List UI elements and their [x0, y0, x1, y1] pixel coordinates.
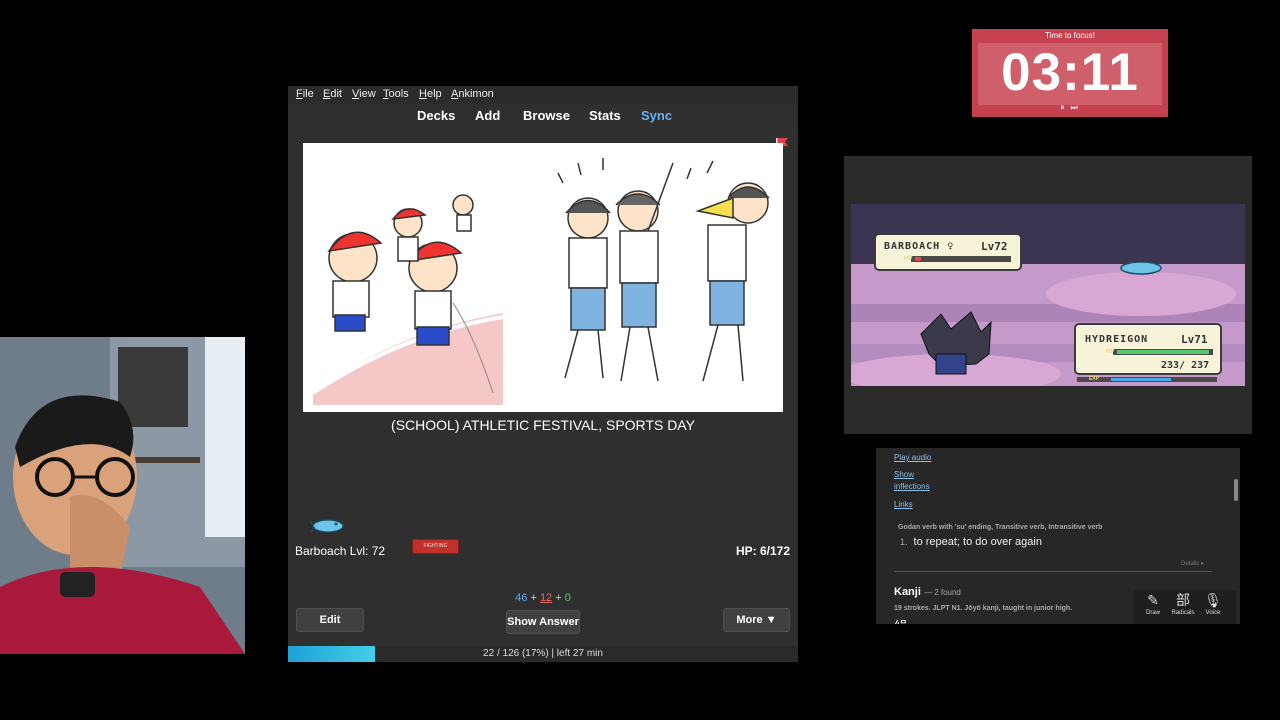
dictionary-panel: Play audio Show inflections Links Godan …	[876, 448, 1240, 624]
part-of-speech: Godan verb with 'su' ending, Transitive …	[898, 524, 1103, 531]
game-window: BARBOACH ♀ Lv72 HP HYDREIGON Lv71 HP 233…	[844, 156, 1252, 434]
player-hp: 233/ 237	[1161, 360, 1210, 371]
card-image	[303, 143, 783, 412]
menu-ankimon[interactable]: Ankimon	[451, 88, 494, 100]
timer-title: Time to focus!	[1045, 31, 1095, 40]
edit-button[interactable]: Edit	[296, 608, 364, 632]
kanji-glyph[interactable]: 繰	[894, 617, 908, 624]
pencil-icon: ✎	[1147, 592, 1159, 608]
add-link[interactable]: Add	[475, 108, 500, 123]
focus-timer: Time to focus! 03:11 ⏸ ⏭	[972, 29, 1168, 117]
divider	[894, 571, 1212, 572]
webcam-image	[0, 337, 245, 654]
scrollbar-thumb[interactable]	[1234, 479, 1238, 501]
enemy-sprite-icon	[1120, 261, 1162, 275]
enemy-name: BARBOACH ♀	[884, 241, 955, 252]
due-counts: 46 + 12 + 0	[288, 592, 798, 604]
links-link[interactable]: Links	[894, 500, 913, 509]
anki-window: File Edit View Tools Help Ankimon Decks …	[288, 86, 798, 662]
kanji-info: 19 strokes. JLPT N1. Jōyō kanji, taught …	[894, 605, 1073, 612]
timer-time: 03:11	[1001, 43, 1139, 102]
menu-edit[interactable]: Edit	[323, 88, 342, 100]
menu-tools[interactable]: Tools	[383, 88, 409, 100]
learn-count: 12	[539, 592, 553, 604]
play-audio-link[interactable]: Play audio	[894, 453, 931, 462]
details-link[interactable]: Details ▸	[1181, 560, 1204, 567]
exp-label: EXP	[1089, 376, 1100, 382]
definition: 1. to repeat; to do over again	[900, 536, 1042, 548]
player-name: HYDREIGON	[1085, 334, 1149, 345]
pokemon-hp: HP: 6/172	[735, 544, 790, 558]
new-count: 46	[515, 592, 528, 604]
sync-link[interactable]: Sync	[641, 108, 672, 123]
player-hp-label: HP	[1106, 349, 1115, 355]
menu-view[interactable]: View	[352, 88, 376, 100]
scrollbar[interactable]	[1232, 448, 1238, 624]
show-answer-button[interactable]: Show Answer	[506, 610, 580, 634]
pokemon-name-level: Barboach Lvl: 72	[295, 544, 386, 558]
battle-scene	[851, 204, 1245, 386]
enemy-hp-label: HP	[904, 256, 913, 262]
menu-help[interactable]: Help	[419, 88, 442, 100]
webcam-feed	[0, 337, 245, 654]
sports-day-illustration	[311, 158, 770, 405]
menu-bar: File Edit View Tools Help Ankimon	[288, 86, 798, 104]
show-link[interactable]: Show	[894, 470, 914, 479]
timer-controls[interactable]: ⏸ ⏭	[972, 103, 1168, 113]
inflections-link[interactable]: inflections	[894, 482, 930, 491]
input-tools: ✎ Draw 部 Radicals 🎙 Voice	[1134, 590, 1236, 624]
type-badge: FIGHTING	[412, 539, 459, 554]
enemy-level: Lv72	[981, 240, 1008, 253]
stats-link[interactable]: Stats	[589, 108, 621, 123]
card-meaning: (SCHOOL) ATHLETIC FESTIVAL, SPORTS DAY	[391, 417, 695, 433]
battle-screen: BARBOACH ♀ Lv72 HP HYDREIGON Lv71 HP 233…	[851, 204, 1245, 386]
count-sep: +	[555, 592, 562, 604]
more-button[interactable]: More ▼	[723, 608, 790, 632]
radicals-tool[interactable]: 部 Radicals	[1168, 590, 1198, 616]
progress-text: 22 / 126 (17%) | left 27 min	[483, 648, 603, 659]
player-level: Lv71	[1181, 333, 1208, 346]
radicals-icon: 部	[1176, 592, 1190, 608]
menu-file[interactable]: File	[296, 88, 314, 100]
barboach-sprite-icon	[310, 519, 344, 533]
draw-tool[interactable]: ✎ Draw	[1138, 590, 1168, 616]
review-count: 0	[564, 592, 571, 604]
microphone-icon: 🎙	[1204, 592, 1222, 608]
voice-tool[interactable]: 🎙 Voice	[1198, 590, 1228, 616]
browse-link[interactable]: Browse	[523, 108, 570, 123]
decks-link[interactable]: Decks	[417, 108, 455, 123]
kanji-header: Kanji — 2 found	[894, 586, 961, 598]
count-sep: +	[530, 592, 537, 604]
